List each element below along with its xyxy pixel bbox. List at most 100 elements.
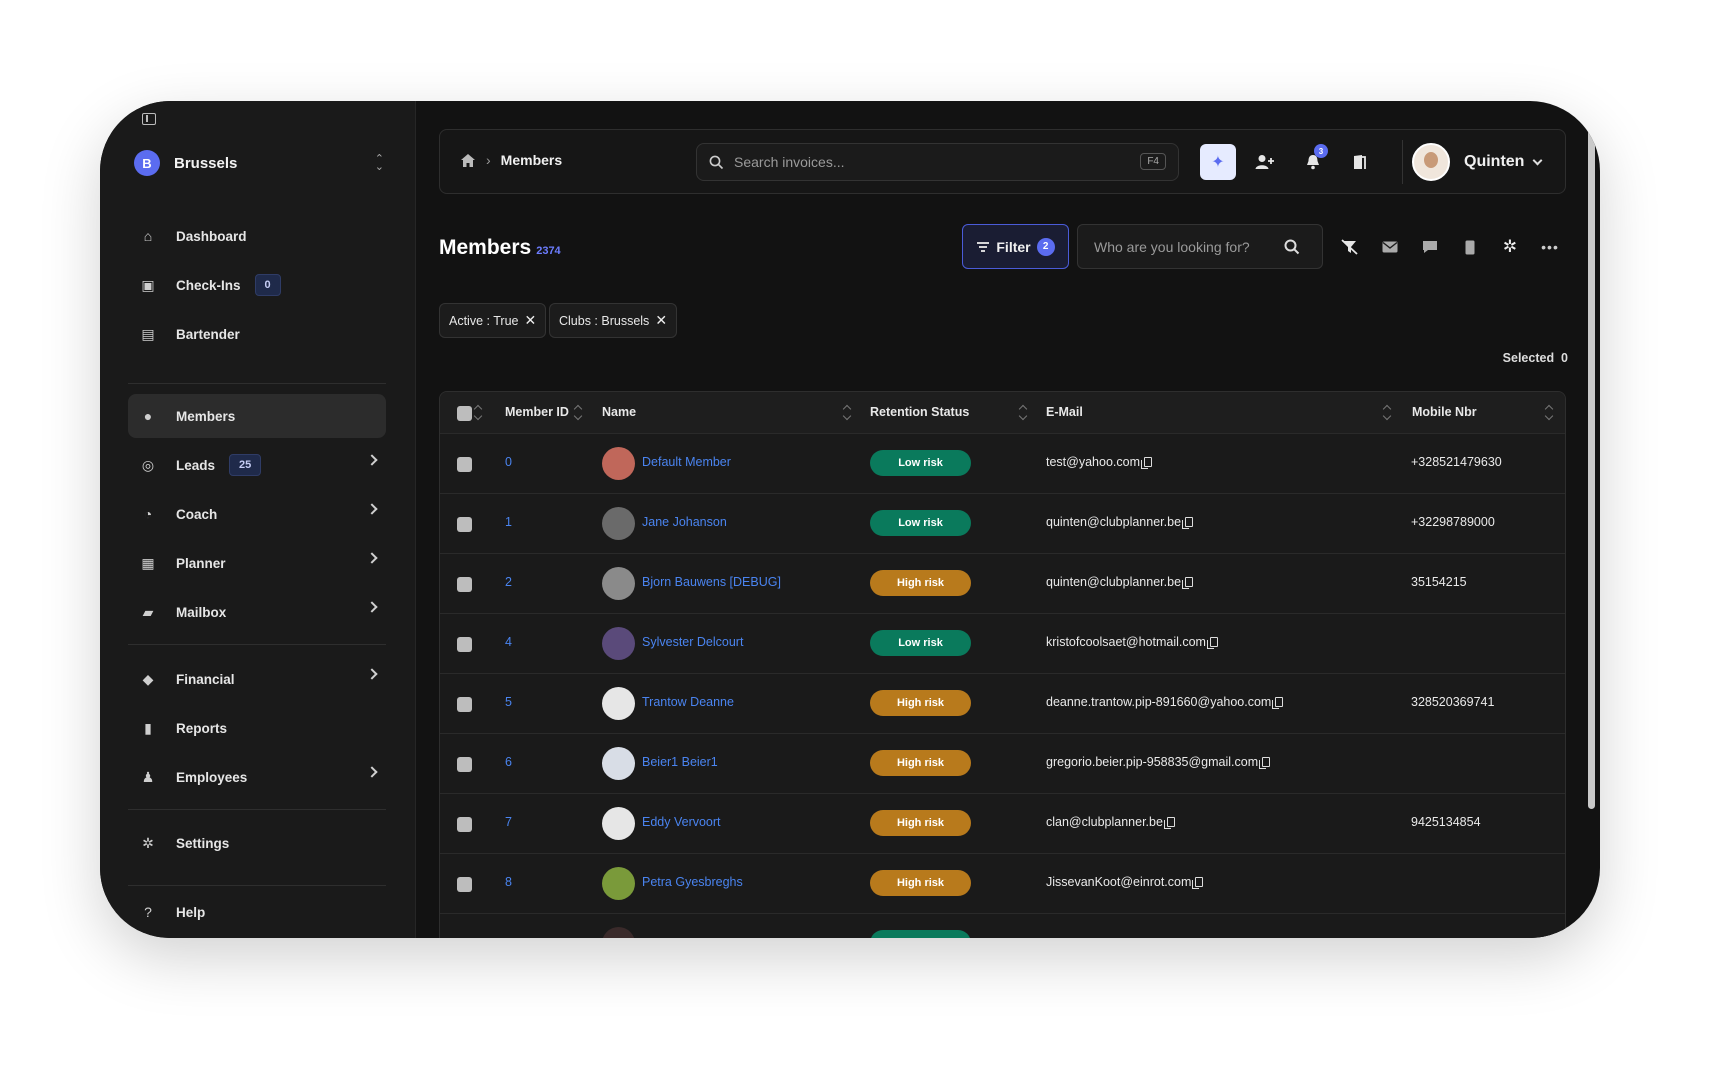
member-name-link[interactable]: Beier1 Beier1 <box>642 755 718 769</box>
magic-wand-button[interactable]: ✦ <box>1200 144 1236 180</box>
help-icon: ? <box>144 904 152 920</box>
member-id-link[interactable]: 2 <box>505 575 512 589</box>
sort-icon[interactable] <box>1382 404 1392 422</box>
search-icon[interactable] <box>1284 239 1300 255</box>
invoice-search[interactable]: F4 <box>696 143 1179 181</box>
member-name-link[interactable]: Sylvester Delcourt <box>642 635 743 649</box>
sidebar-item-leads[interactable]: ◎ Leads 25 <box>128 443 386 487</box>
column-header-member-id[interactable]: Member ID <box>505 405 569 419</box>
member-count: 2374 <box>536 245 561 257</box>
row-checkbox[interactable] <box>457 517 472 532</box>
filter-button[interactable]: Filter 2 <box>962 224 1069 269</box>
more-options-button[interactable]: ••• <box>1538 235 1562 259</box>
sidebar-item-planner[interactable]: ▦ Planner <box>128 541 386 585</box>
scrollbar[interactable] <box>1588 109 1595 809</box>
add-member-button[interactable] <box>1247 144 1283 180</box>
user-menu[interactable]: Quinten <box>1412 142 1543 182</box>
breadcrumb-current: Members <box>500 152 563 168</box>
member-id-link[interactable]: 4 <box>505 635 512 649</box>
sidebar-item-reports[interactable]: ▮ Reports <box>128 706 386 750</box>
member-name-link[interactable]: Jane Johanson <box>642 515 727 529</box>
search-input[interactable] <box>734 154 1114 170</box>
envelope-icon <box>1382 241 1398 253</box>
sidebar-item-dashboard[interactable]: ⌂ Dashboard <box>128 214 386 258</box>
sort-icon[interactable] <box>573 404 583 422</box>
table-row[interactable]: 5 Trantow Deanne High risk deanne.trantow.p… <box>440 674 1565 734</box>
copy-icon[interactable] <box>1206 637 1218 649</box>
member-search-input[interactable] <box>1094 238 1284 255</box>
column-header-mobile[interactable]: Mobile Nbr <box>1412 405 1477 419</box>
row-checkbox[interactable] <box>457 817 472 832</box>
copy-icon[interactable] <box>1163 817 1175 829</box>
copy-icon[interactable] <box>1140 457 1152 469</box>
email-members-button[interactable] <box>1378 235 1402 259</box>
member-name-link[interactable]: Trantow Deanne <box>642 695 734 709</box>
sidebar-collapse-icon[interactable] <box>142 113 156 125</box>
close-icon[interactable]: ✕ <box>524 312 536 329</box>
sidebar-item-bartender[interactable]: ▤ Bartender <box>128 312 386 356</box>
column-header-email[interactable]: E-Mail <box>1046 405 1083 419</box>
door-button[interactable] <box>1342 144 1378 180</box>
member-name-link[interactable]: Bjorn Bauwens [DEBUG] <box>642 575 781 589</box>
message-members-button[interactable] <box>1418 235 1442 259</box>
sidebar-item-members[interactable]: ● Members <box>128 394 386 438</box>
member-id-link[interactable]: 7 <box>505 815 512 829</box>
close-icon[interactable]: ✕ <box>655 312 667 329</box>
sidebar-item-financial[interactable]: ◆ Financial <box>128 657 386 701</box>
chevron-right-icon <box>366 503 378 515</box>
sort-icon[interactable] <box>1018 404 1028 422</box>
filter-chip-active[interactable]: Active : True ✕ <box>439 303 547 338</box>
table-row[interactable]: 8 Petra Gyesbreghs High risk JissevanKoot@e… <box>440 854 1565 914</box>
table-row[interactable]: 1 Jane Johanson Low risk quinten@clubplanne… <box>440 494 1565 554</box>
copy-icon[interactable] <box>1192 877 1204 889</box>
sidebar-item-check-ins[interactable]: ▣ Check-Ins 0 <box>128 263 386 307</box>
member-id-link[interactable]: 0 <box>505 455 512 469</box>
sidebar-item-settings[interactable]: ✲ Settings <box>128 821 386 865</box>
table-row[interactable]: Low risk <box>440 914 1565 938</box>
table-settings-button[interactable]: ✲ <box>1498 235 1522 259</box>
user-icon: ♟ <box>141 768 155 785</box>
member-id-link[interactable]: 1 <box>505 515 512 529</box>
member-id-link[interactable]: 8 <box>505 875 512 889</box>
notifications-button[interactable]: 3 <box>1295 144 1331 180</box>
sort-icon[interactable] <box>842 404 852 422</box>
sort-icon[interactable] <box>1544 404 1554 422</box>
sort-icon[interactable] <box>473 404 483 422</box>
clear-filter-button[interactable] <box>1338 235 1362 259</box>
column-header-retention-status[interactable]: Retention Status <box>870 405 969 419</box>
copy-icon[interactable] <box>1182 577 1194 589</box>
row-checkbox[interactable] <box>457 637 472 652</box>
home-icon[interactable] <box>460 153 476 168</box>
member-id-link[interactable]: 5 <box>505 695 512 709</box>
row-checkbox[interactable] <box>457 877 472 892</box>
row-checkbox[interactable] <box>457 457 472 472</box>
club-selector[interactable]: B Brussels ⌃ ⌄ <box>134 149 384 177</box>
sidebar-item-help[interactable]: ? Help <box>128 890 386 934</box>
member-name-link[interactable]: Eddy Vervoort <box>642 815 721 829</box>
table-row[interactable]: 7 Eddy Vervoort High risk clan@clubplanner.… <box>440 794 1565 854</box>
table-row[interactable]: 0 Default Member Low risk test@yahoo.com +32… <box>440 434 1565 494</box>
sidebar-item-label: Help <box>176 904 206 920</box>
copy-icon[interactable] <box>1182 517 1194 529</box>
filter-chip-clubs[interactable]: Clubs : Brussels ✕ <box>549 303 678 338</box>
member-name-link[interactable]: Petra Gyesbreghs <box>642 875 743 889</box>
row-checkbox[interactable] <box>457 577 472 592</box>
table-row[interactable]: 4 Sylvester Delcourt Low risk kristofcoolsa… <box>440 614 1565 674</box>
table-row[interactable]: 2 Bjorn Bauwens [DEBUG] High risk quinten@c… <box>440 554 1565 614</box>
copy-icon[interactable] <box>1259 757 1271 769</box>
row-checkbox[interactable] <box>457 757 472 772</box>
sidebar-item-mailbox[interactable]: ▰ Mailbox <box>128 590 386 634</box>
member-id-link[interactable]: 6 <box>505 755 512 769</box>
member-name-link[interactable]: Default Member <box>642 455 731 469</box>
sms-members-button[interactable] <box>1458 235 1482 259</box>
row-checkbox[interactable] <box>457 697 472 712</box>
copy-icon[interactable] <box>1272 697 1284 709</box>
column-header-name[interactable]: Name <box>602 405 636 419</box>
table-row[interactable]: 6 Beier1 Beier1 High risk gregorio.beier.pi… <box>440 734 1565 794</box>
sidebar-item-coach[interactable]: ◔ Coach <box>128 492 386 536</box>
select-all-checkbox[interactable] <box>457 406 472 421</box>
target-icon: ◎ <box>141 456 155 473</box>
member-search[interactable] <box>1077 224 1323 269</box>
gear-icon: ✲ <box>1502 237 1518 256</box>
sidebar-item-employees[interactable]: ♟ Employees <box>128 755 386 799</box>
